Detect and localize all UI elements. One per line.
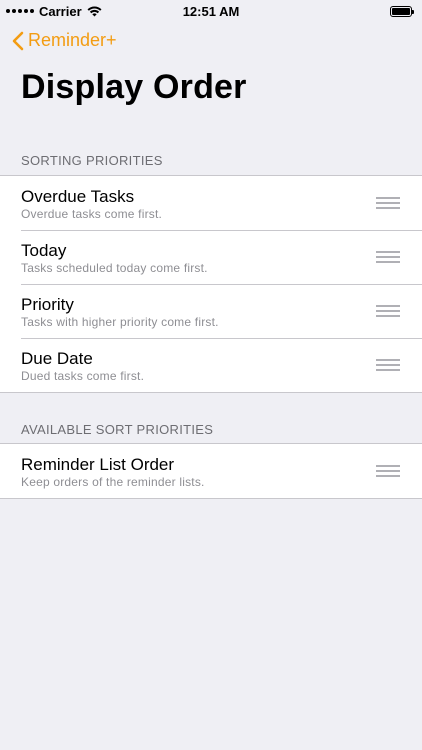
list-item-overdue-tasks[interactable]: Overdue Tasks Overdue tasks come first. — [0, 176, 422, 230]
list-item-reminder-list-order[interactable]: Reminder List Order Keep orders of the r… — [0, 444, 422, 498]
section-header-sorting: SORTING PRIORITIES — [21, 153, 163, 168]
reorder-handle-icon[interactable] — [376, 465, 400, 477]
reorder-handle-icon[interactable] — [376, 359, 400, 371]
reorder-handle-icon[interactable] — [376, 251, 400, 263]
row-title: Today — [21, 241, 67, 260]
carrier-label: Carrier — [39, 3, 82, 19]
signal-icon — [6, 9, 34, 13]
status-bar: Carrier 12:51 AM — [0, 0, 422, 22]
row-subtitle: Keep orders of the reminder lists. — [21, 475, 205, 489]
row-subtitle: Tasks scheduled today come first. — [21, 261, 208, 275]
row-subtitle: Dued tasks come first. — [21, 369, 145, 383]
row-title: Priority — [21, 295, 74, 314]
row-title: Overdue Tasks — [21, 187, 135, 206]
battery-icon — [390, 5, 414, 17]
row-subtitle: Tasks with higher priority come first. — [21, 315, 219, 329]
sorting-priorities-list: Overdue Tasks Overdue tasks come first. … — [0, 175, 422, 393]
reorder-handle-icon[interactable] — [376, 305, 400, 317]
row-subtitle: Overdue tasks come first. — [21, 207, 163, 221]
list-item-due-date[interactable]: Due Date Dued tasks come first. — [0, 338, 422, 392]
list-item-priority[interactable]: Priority Tasks with higher priority come… — [0, 284, 422, 338]
section-header-available: AVAILABLE SORT PRIORITIES — [21, 422, 214, 437]
status-left: Carrier — [6, 4, 102, 19]
reorder-handle-icon[interactable] — [376, 197, 400, 209]
back-label: Reminder+ — [28, 30, 117, 50]
wifi-icon — [87, 6, 102, 16]
page-title: Display Order — [21, 68, 247, 106]
row-title: Due Date — [21, 349, 93, 368]
back-button[interactable]: Reminder+ — [12, 30, 117, 51]
chevron-left-icon — [12, 31, 24, 50]
row-title: Reminder List Order — [21, 455, 175, 474]
list-item-today[interactable]: Today Tasks scheduled today come first. — [0, 230, 422, 284]
available-priorities-list: Reminder List Order Keep orders of the r… — [0, 443, 422, 499]
